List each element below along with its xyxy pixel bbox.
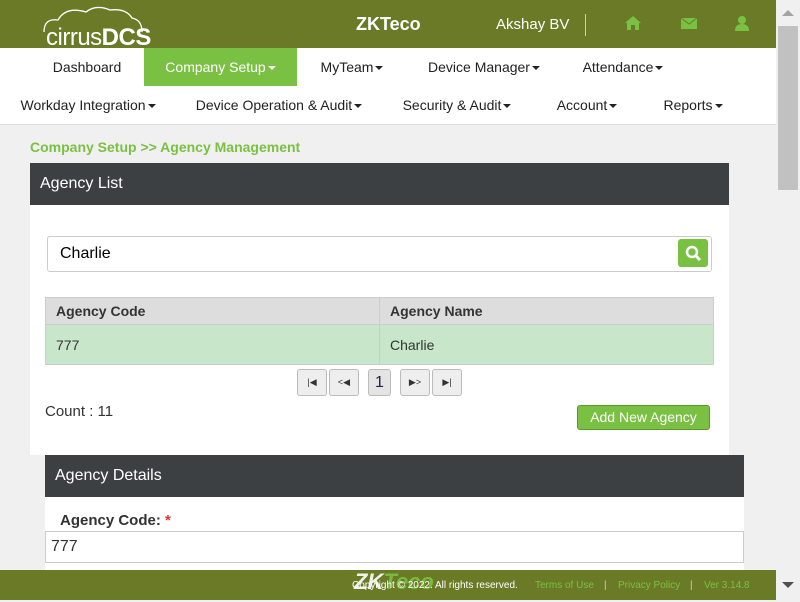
add-new-agency-button[interactable]: Add New Agency <box>577 405 710 430</box>
nav-device-manager[interactable]: Device Manager <box>407 48 561 86</box>
table-row[interactable]: 777 Charlie <box>45 324 714 365</box>
main-nav: Dashboard Company Setup MyTeam Device Ma… <box>0 48 776 125</box>
brand-name: ZKTeco <box>356 14 421 34</box>
panel-title: Agency Details <box>45 455 744 497</box>
scroll-down-icon[interactable] <box>776 578 800 594</box>
breadcrumb: Company Setup >> Agency Management <box>30 139 301 155</box>
panel-title: Agency List <box>30 163 729 205</box>
user-icon[interactable] <box>733 14 751 32</box>
nav-attendance[interactable]: Attendance <box>561 48 685 86</box>
scroll-up-icon[interactable] <box>776 6 800 22</box>
divider <box>585 14 586 36</box>
agency-code-input[interactable]: 777 <box>45 531 744 563</box>
first-page-button[interactable]: |◀ <box>297 369 327 396</box>
cirrusdcs-logo[interactable]: cirrusDCS <box>36 4 151 51</box>
copyright: Copyright © 2022. All rights reserved. <box>352 580 518 591</box>
nav-reports[interactable]: Reports <box>652 86 734 124</box>
agency-table: Agency Code Agency Name 777 Charlie <box>45 297 714 365</box>
agency-list-panel: Agency List Agency CodeAgency Name 777Ch… <box>30 163 729 455</box>
home-icon[interactable] <box>624 14 642 32</box>
nav-workday-integration[interactable]: Workday Integration <box>10 86 166 124</box>
agency-code-label: Agency Code: * <box>60 512 171 529</box>
nav-account[interactable]: Account <box>542 86 632 124</box>
nav-device-operation-audit[interactable]: Device Operation & Audit <box>186 86 372 124</box>
privacy-link[interactable]: Privacy Policy <box>618 570 680 602</box>
next-page-button[interactable]: ▶> <box>400 369 430 396</box>
record-count: Count : 11 <box>45 403 114 420</box>
nav-dashboard[interactable]: Dashboard <box>30 48 144 86</box>
column-header[interactable]: Agency Name <box>379 297 714 325</box>
current-page[interactable]: 1 <box>368 369 391 396</box>
search-icon <box>685 245 702 262</box>
agency-details-panel: Agency Details Agency Code: * 777 <box>45 455 744 570</box>
user-name[interactable]: Akshay BV <box>496 16 569 33</box>
prev-page-button[interactable]: <◀ <box>329 369 359 396</box>
footer: ZKTeco Copyright © 2022. All rights rese… <box>0 569 776 602</box>
header: cirrusDCS ZKTeco Akshay BV <box>0 0 776 51</box>
agency-code-cell: 777 <box>45 324 380 365</box>
nav-myteam[interactable]: MyTeam <box>297 48 407 86</box>
scrollbar-thumb[interactable] <box>778 26 798 190</box>
search-input[interactable] <box>47 236 712 272</box>
terms-link[interactable]: Terms of Use <box>535 570 594 602</box>
column-header[interactable]: Agency Code <box>45 297 380 325</box>
nav-company-setup[interactable]: Company Setup <box>144 48 297 86</box>
scrollbar[interactable] <box>776 0 800 600</box>
version: Ver 3.14.8 <box>704 580 750 591</box>
nav-security-audit[interactable]: Security & Audit <box>392 86 522 124</box>
search-button[interactable] <box>678 239 708 267</box>
last-page-button[interactable]: ▶| <box>432 369 462 396</box>
envelope-icon[interactable] <box>680 14 698 32</box>
agency-name-cell: Charlie <box>379 324 714 365</box>
